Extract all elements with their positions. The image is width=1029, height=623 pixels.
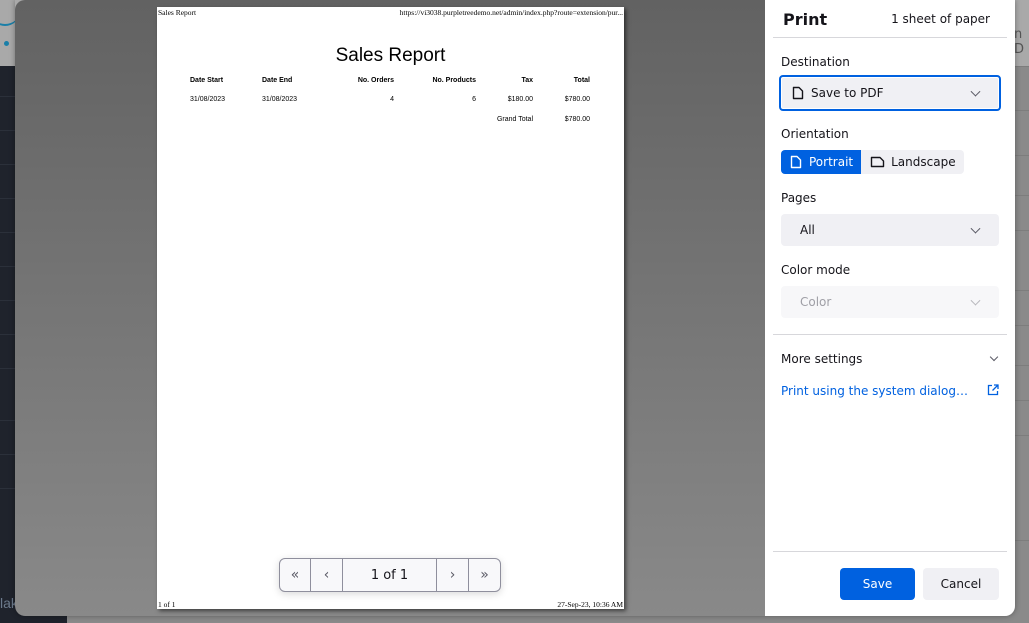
color-mode-select[interactable]: Color xyxy=(781,286,999,318)
color-mode-value: Color xyxy=(800,295,832,309)
cancel-button[interactable]: Cancel xyxy=(923,568,999,600)
print-settings-panel: Print 1 sheet of paper Destination Save … xyxy=(765,0,1015,616)
cell-date-start: 31/08/2023 xyxy=(190,96,226,103)
first-page-button[interactable]: « xyxy=(280,559,311,591)
background-right-text: n D xyxy=(1014,27,1025,57)
destination-label: Destination xyxy=(781,55,850,69)
divider xyxy=(773,334,1007,335)
portrait-icon xyxy=(790,155,802,169)
double-chevron-left-icon: « xyxy=(290,567,300,583)
report-table: Date Start Date End No. Orders No. Produ… xyxy=(188,77,592,123)
cell-orders: 4 xyxy=(390,96,394,103)
destination-value: Save to PDF xyxy=(811,86,884,100)
grand-total-row: Grand Total $780.00 xyxy=(188,115,592,123)
chevron-left-icon: ‹ xyxy=(323,567,330,583)
portrait-label: Portrait xyxy=(809,155,854,169)
chevron-down-icon xyxy=(970,223,981,234)
print-dialog: Sales Report https://vi3038.purpletreede… xyxy=(15,0,1015,616)
next-page-button[interactable]: › xyxy=(437,559,469,591)
page-indicator: 1 of 1 xyxy=(343,559,437,591)
sheet-footer-page: 1 of 1 xyxy=(158,600,176,609)
report-header-row: Date Start Date End No. Orders No. Produ… xyxy=(188,77,592,96)
orientation-portrait-option[interactable]: Portrait xyxy=(781,150,862,174)
orientation-toggle: Portrait Landscape xyxy=(781,150,964,174)
preview-sheet: Sales Report https://vi3038.purpletreede… xyxy=(157,7,624,609)
column-header: Total xyxy=(573,77,590,84)
last-page-button[interactable]: » xyxy=(469,559,500,591)
cell-date-end: 31/08/2023 xyxy=(262,96,298,103)
sheet-header-title: Sales Report xyxy=(158,8,197,17)
column-header: Date Start xyxy=(190,77,224,84)
cell-total: $780.00 xyxy=(564,96,590,103)
more-settings-toggle[interactable]: More settings xyxy=(781,352,1001,368)
sheet-header-url: https://vi3038.purpletreedemo.net/admin/… xyxy=(399,8,623,17)
logo-dot-icon xyxy=(4,41,9,46)
column-header: No. Orders xyxy=(357,77,394,84)
divider xyxy=(773,37,1007,38)
cell-products: 6 xyxy=(472,96,476,103)
report-title: Sales Report xyxy=(335,45,446,66)
cell-tax: $180.00 xyxy=(507,96,533,103)
color-mode-label: Color mode xyxy=(781,263,851,277)
pages-label: Pages xyxy=(781,191,817,205)
double-chevron-right-icon: » xyxy=(480,567,489,583)
previous-page-button[interactable]: ‹ xyxy=(311,559,343,591)
chevron-down-icon xyxy=(989,352,999,362)
pages-select[interactable]: All xyxy=(781,214,999,246)
table-row: 31/08/2023 31/08/2023 4 6 $180.00 $780.0… xyxy=(188,96,592,115)
system-dialog-link[interactable]: Print using the system dialog… xyxy=(781,384,968,398)
orientation-label: Orientation xyxy=(781,127,849,141)
pages-value: All xyxy=(800,223,815,237)
chevron-down-icon xyxy=(970,86,981,97)
document-icon xyxy=(792,86,804,100)
external-link-icon xyxy=(987,384,999,396)
save-button[interactable]: Save xyxy=(840,568,915,600)
orientation-landscape-option[interactable]: Landscape xyxy=(861,150,963,174)
divider xyxy=(773,551,1007,552)
column-header: Tax xyxy=(521,77,533,84)
print-preview-pane: Sales Report https://vi3038.purpletreede… xyxy=(15,0,765,616)
column-header: No. Products xyxy=(432,77,476,84)
column-header: Date End xyxy=(262,77,293,84)
panel-title: Print xyxy=(783,10,828,29)
sheet-count: 1 sheet of paper xyxy=(891,12,990,26)
grand-total-label: Grand Total xyxy=(496,115,533,123)
chevron-down-icon xyxy=(970,295,981,306)
page-navigator: « ‹ 1 of 1 › » xyxy=(279,558,501,592)
landscape-label: Landscape xyxy=(891,155,956,169)
chevron-right-icon: › xyxy=(449,567,456,583)
sheet-footer-date: 27-Sep-23, 10:36 AM xyxy=(557,600,623,609)
landscape-icon xyxy=(870,156,885,168)
destination-select[interactable]: Save to PDF xyxy=(779,75,1001,111)
more-settings-label: More settings xyxy=(781,352,863,366)
grand-total-value: $780.00 xyxy=(564,115,590,123)
